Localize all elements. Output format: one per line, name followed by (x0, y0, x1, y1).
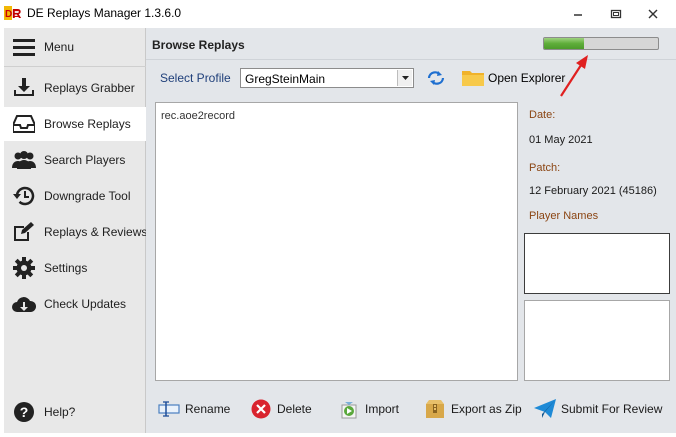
import-button[interactable]: Import (338, 398, 399, 420)
restore-icon (610, 9, 622, 19)
replay-file-list[interactable]: rec.aoe2record (155, 102, 518, 381)
help-button[interactable]: ? Help? (4, 395, 146, 429)
zip-archive-icon (424, 399, 446, 419)
page-title: Browse Replays (152, 38, 245, 52)
close-icon (648, 9, 658, 19)
sidebar-item-label: Check Updates (44, 297, 127, 311)
sidebar-item-replays-reviews[interactable]: Replays & Reviews (4, 215, 148, 249)
folder-icon (462, 71, 484, 86)
svg-text:?: ? (20, 404, 29, 420)
edit-icon (12, 221, 36, 243)
panel-header: Browse Replays (146, 28, 676, 60)
player-names-box[interactable] (524, 233, 670, 294)
player-names-label: Player Names (529, 210, 599, 222)
sidebar-item-replays-grabber[interactable]: Replays Grabber (4, 71, 146, 105)
sidebar-item-downgrade-tool[interactable]: Downgrade Tool (4, 179, 146, 213)
delete-button[interactable]: Delete (250, 398, 312, 420)
help-label: Help? (44, 405, 76, 419)
title-bar: DE R DE Replays Manager 1.3.6.0 (0, 0, 676, 28)
gear-icon (12, 257, 36, 279)
progress-bar (543, 37, 659, 50)
profile-select-value: GregSteinMain (245, 72, 326, 86)
minimize-button[interactable] (563, 0, 593, 28)
export-zip-button[interactable]: Export as Zip (424, 398, 522, 420)
rename-icon (158, 399, 180, 419)
sidebar-divider (4, 66, 146, 67)
window-title: DE Replays Manager 1.3.6.0 (27, 6, 182, 20)
inbox-icon (12, 113, 36, 135)
close-button[interactable] (638, 0, 668, 28)
rename-button[interactable]: Rename (158, 398, 230, 420)
sidebar-item-browse-replays[interactable]: Browse Replays (4, 107, 147, 141)
sidebar-item-label: Replays & Reviews (44, 225, 148, 239)
minimize-icon (574, 14, 582, 16)
list-item[interactable]: rec.aoe2record (161, 110, 235, 122)
app-logo-icon: DE R (4, 6, 22, 21)
hamburger-menu-icon (12, 36, 36, 58)
delete-label: Delete (277, 402, 312, 416)
import-label: Import (365, 402, 400, 416)
browse-replays-panel: Browse Replays Select Profile GregSteinM… (146, 28, 676, 433)
sidebar-item-label: Downgrade Tool (44, 189, 131, 203)
paper-plane-icon (534, 399, 556, 419)
patch-label: Patch: (529, 162, 561, 174)
sidebar-item-label: Replays Grabber (44, 81, 135, 95)
select-profile-label: Select Profile (160, 71, 231, 85)
sidebar-item-search-players[interactable]: Search Players (4, 143, 146, 177)
open-explorer-button[interactable]: Open Explorer (462, 68, 565, 88)
app-window: Menu Replays Grabber Browse Replays Sear… (4, 28, 676, 433)
progress-bar-fill (544, 38, 584, 49)
sidebar-item-check-updates[interactable]: Check Updates (4, 287, 146, 321)
svg-text:R: R (12, 6, 22, 21)
rename-label: Rename (185, 402, 231, 416)
submit-review-button[interactable]: Submit For Review (534, 398, 662, 420)
profile-select[interactable]: GregSteinMain (240, 68, 414, 88)
download-icon (12, 77, 36, 99)
import-icon (338, 399, 360, 419)
sidebar-item-label: Browse Replays (44, 117, 131, 131)
sidebar-item-label: Settings (44, 261, 88, 275)
submit-review-label: Submit For Review (561, 402, 663, 416)
refresh-button[interactable] (426, 68, 446, 88)
replay-details-box[interactable] (524, 300, 670, 381)
date-value: 01 May 2021 (529, 134, 593, 146)
patch-value: 12 February 2021 (45186) (529, 185, 657, 197)
help-icon: ? (12, 401, 36, 423)
export-zip-label: Export as Zip (451, 402, 522, 416)
cloud-download-icon (12, 293, 36, 315)
sidebar-item-settings[interactable]: Settings (4, 251, 146, 285)
date-label: Date: (529, 109, 556, 121)
chevron-down-icon[interactable] (397, 70, 412, 86)
sidebar-item-label: Search Players (44, 153, 126, 167)
delete-icon (250, 399, 272, 419)
menu-toggle-button[interactable]: Menu (4, 30, 146, 64)
open-explorer-label: Open Explorer (488, 71, 566, 85)
refresh-icon (427, 71, 445, 85)
restore-button[interactable] (601, 0, 631, 28)
menu-label: Menu (44, 40, 75, 54)
history-icon (12, 185, 36, 207)
sidebar: Menu Replays Grabber Browse Replays Sear… (4, 28, 148, 433)
users-icon (12, 149, 36, 171)
